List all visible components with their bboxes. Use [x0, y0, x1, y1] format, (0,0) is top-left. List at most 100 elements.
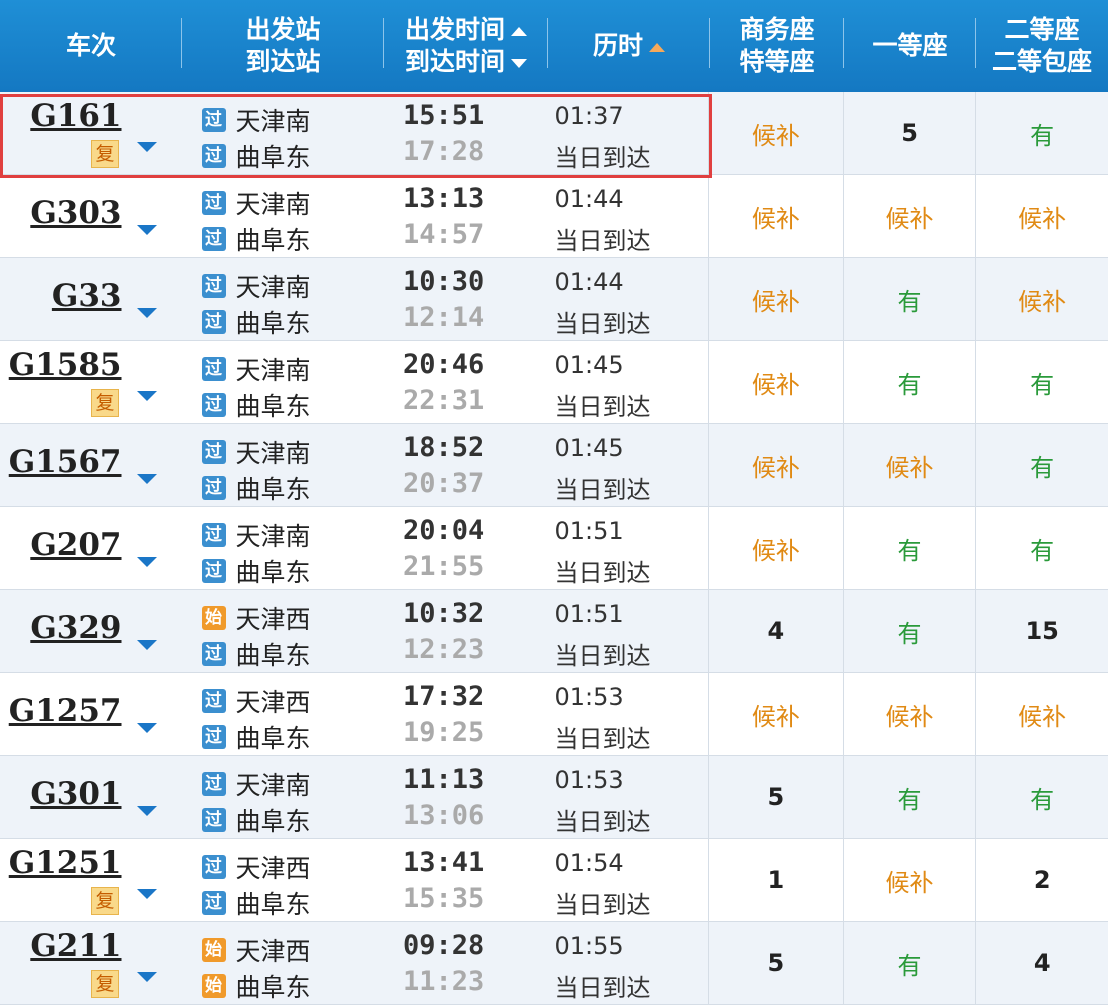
header-first-label: 一等座: [872, 31, 948, 60]
table-header: 车次 出发站 到达站 出发时间 到达时间 历时 商务座 特等座 一等座 二等座: [0, 0, 1108, 92]
business-seat[interactable]: 候补: [709, 673, 843, 755]
business-seat[interactable]: 候补: [709, 92, 843, 174]
sort-dep-time[interactable]: 出发时间: [405, 14, 527, 46]
station-cell: 始 天津西 过 曲阜东: [182, 590, 383, 672]
first-seat[interactable]: 有: [844, 756, 976, 838]
business-seat[interactable]: 候补: [709, 258, 843, 340]
chevron-down-icon[interactable]: [137, 806, 157, 816]
first-seat[interactable]: 有: [844, 507, 976, 589]
header-second: 二等座 二等包座: [976, 0, 1108, 92]
first-seat-cell: 5: [842, 92, 976, 174]
duration-cell: 01:44 当日到达: [547, 175, 709, 257]
to-badge: 过: [201, 476, 226, 500]
second-seat[interactable]: 有: [976, 507, 1108, 589]
train-number-link[interactable]: G1257: [9, 693, 122, 729]
to-station: 始 曲阜东: [201, 968, 311, 1004]
second-seat[interactable]: 有: [976, 756, 1108, 838]
chevron-down-icon[interactable]: [137, 142, 157, 152]
from-station-name: 天津南: [235, 356, 311, 385]
from-station: 过 天津南: [201, 517, 311, 553]
first-seat[interactable]: 候补: [844, 839, 976, 921]
chevron-down-icon[interactable]: [137, 723, 157, 733]
first-seat[interactable]: 有: [844, 590, 976, 672]
duration-cell: 01:45 当日到达: [547, 341, 709, 423]
second-seat[interactable]: 候补: [976, 258, 1108, 340]
chevron-down-icon[interactable]: [137, 225, 157, 235]
duration-cell: 01:44 当日到达: [547, 258, 709, 340]
from-station: 过 天津西: [201, 849, 311, 885]
first-seat[interactable]: 候补: [844, 175, 976, 257]
second-seat-cell: 有: [975, 341, 1108, 423]
time-cell: 15:51 17:28: [383, 92, 547, 174]
to-station: 过 曲阜东: [201, 387, 311, 423]
from-badge: 过: [201, 523, 226, 547]
second-seat[interactable]: 候补: [976, 175, 1108, 257]
business-seat-cell: 候补: [708, 175, 843, 257]
second-seat[interactable]: 15: [976, 590, 1108, 672]
chevron-down-icon[interactable]: [137, 308, 157, 318]
business-seat-cell: 4: [708, 590, 843, 672]
chevron-down-icon[interactable]: [137, 640, 157, 650]
train-number-link[interactable]: G161: [30, 98, 121, 134]
first-seat-cell: 候补: [842, 839, 976, 921]
train-number-link[interactable]: G329: [30, 610, 121, 646]
to-badge: 过: [201, 642, 226, 666]
train-number-link[interactable]: G301: [30, 776, 121, 812]
second-seat[interactable]: 候补: [976, 673, 1108, 755]
table-row: G207 过 天津南 过 曲阜东 20:04 21:55 01:51 当日到达 …: [0, 507, 1108, 590]
table-row: G1251 复 过 天津西 过 曲阜东 13:41 15:35 01:54 当日…: [0, 839, 1108, 922]
first-seat[interactable]: 有: [844, 922, 976, 1004]
second-seat[interactable]: 4: [976, 922, 1108, 1004]
business-seat[interactable]: 5: [709, 756, 843, 838]
train-number-link[interactable]: G207: [30, 527, 121, 563]
to-station-name: 曲阜东: [235, 641, 311, 670]
train-number-link[interactable]: G1585: [9, 347, 122, 383]
second-seat[interactable]: 有: [976, 341, 1108, 423]
table-row: G301 过 天津南 过 曲阜东 11:13 13:06 01:53 当日到达 …: [0, 756, 1108, 839]
sort-duration[interactable]: 历时: [548, 0, 710, 92]
train-number-link[interactable]: G211: [30, 928, 121, 964]
sort-arr-time[interactable]: 到达时间: [405, 46, 527, 78]
to-station: 过 曲阜东: [201, 553, 311, 589]
second-seat[interactable]: 有: [976, 424, 1108, 506]
business-seat[interactable]: 候补: [709, 175, 843, 257]
header-train-label: 车次: [65, 31, 116, 60]
duration: 01:45: [554, 434, 624, 462]
from-station-name: 天津南: [235, 439, 311, 468]
first-seat[interactable]: 有: [844, 341, 976, 423]
to-badge: 始: [201, 974, 226, 998]
table-row: G329 始 天津西 过 曲阜东 10:32 12:23 01:51 当日到达 …: [0, 590, 1108, 673]
to-badge: 过: [201, 559, 226, 583]
first-seat[interactable]: 有: [844, 258, 976, 340]
business-seat[interactable]: 候补: [709, 424, 843, 506]
first-seat[interactable]: 候补: [844, 424, 976, 506]
fu-badge: 复: [91, 887, 119, 915]
business-seat[interactable]: 候补: [709, 341, 843, 423]
second-seat[interactable]: 有: [976, 92, 1108, 174]
departure-time: 17:32: [402, 681, 485, 712]
duration: 01:53: [554, 766, 624, 794]
to-station-name: 曲阜东: [235, 558, 311, 587]
chevron-down-icon[interactable]: [137, 474, 157, 484]
header-business-label: 商务座: [739, 15, 815, 44]
from-badge: 始: [201, 606, 226, 630]
train-number-link[interactable]: G1567: [9, 444, 122, 480]
arrival-time: 13:06: [402, 800, 485, 831]
chevron-down-icon[interactable]: [137, 972, 157, 982]
second-seat[interactable]: 2: [976, 839, 1108, 921]
first-seat[interactable]: 5: [844, 92, 976, 174]
chevron-down-icon[interactable]: [137, 557, 157, 567]
train-number-link[interactable]: G33: [52, 278, 122, 314]
train-number-link[interactable]: G303: [30, 195, 121, 231]
train-number-link[interactable]: G1251: [9, 845, 122, 881]
first-seat[interactable]: 候补: [844, 673, 976, 755]
from-station-name: 天津南: [235, 190, 311, 219]
departure-time: 18:52: [402, 432, 485, 463]
chevron-down-icon[interactable]: [137, 889, 157, 899]
business-seat[interactable]: 5: [709, 922, 843, 1004]
business-seat[interactable]: 4: [709, 590, 843, 672]
business-seat[interactable]: 候补: [709, 507, 843, 589]
chevron-down-icon[interactable]: [137, 391, 157, 401]
business-seat[interactable]: 1: [709, 839, 843, 921]
from-station-name: 天津西: [235, 937, 311, 966]
